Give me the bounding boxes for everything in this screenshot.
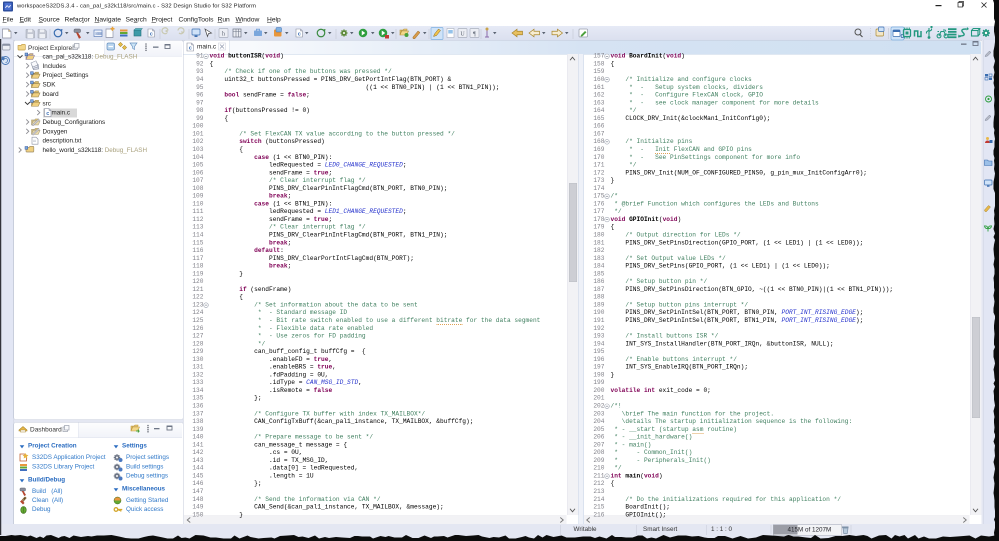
- svg-text:h: h: [222, 32, 225, 38]
- svg-text:c: c: [150, 32, 153, 38]
- svg-text:U: U: [460, 32, 465, 38]
- svg-text:¶: ¶: [473, 32, 476, 38]
- svg-text:c: c: [189, 46, 192, 52]
- svg-text:c: c: [46, 111, 49, 117]
- svg-text:c: c: [298, 32, 301, 38]
- svg-text:8: 8: [100, 31, 103, 37]
